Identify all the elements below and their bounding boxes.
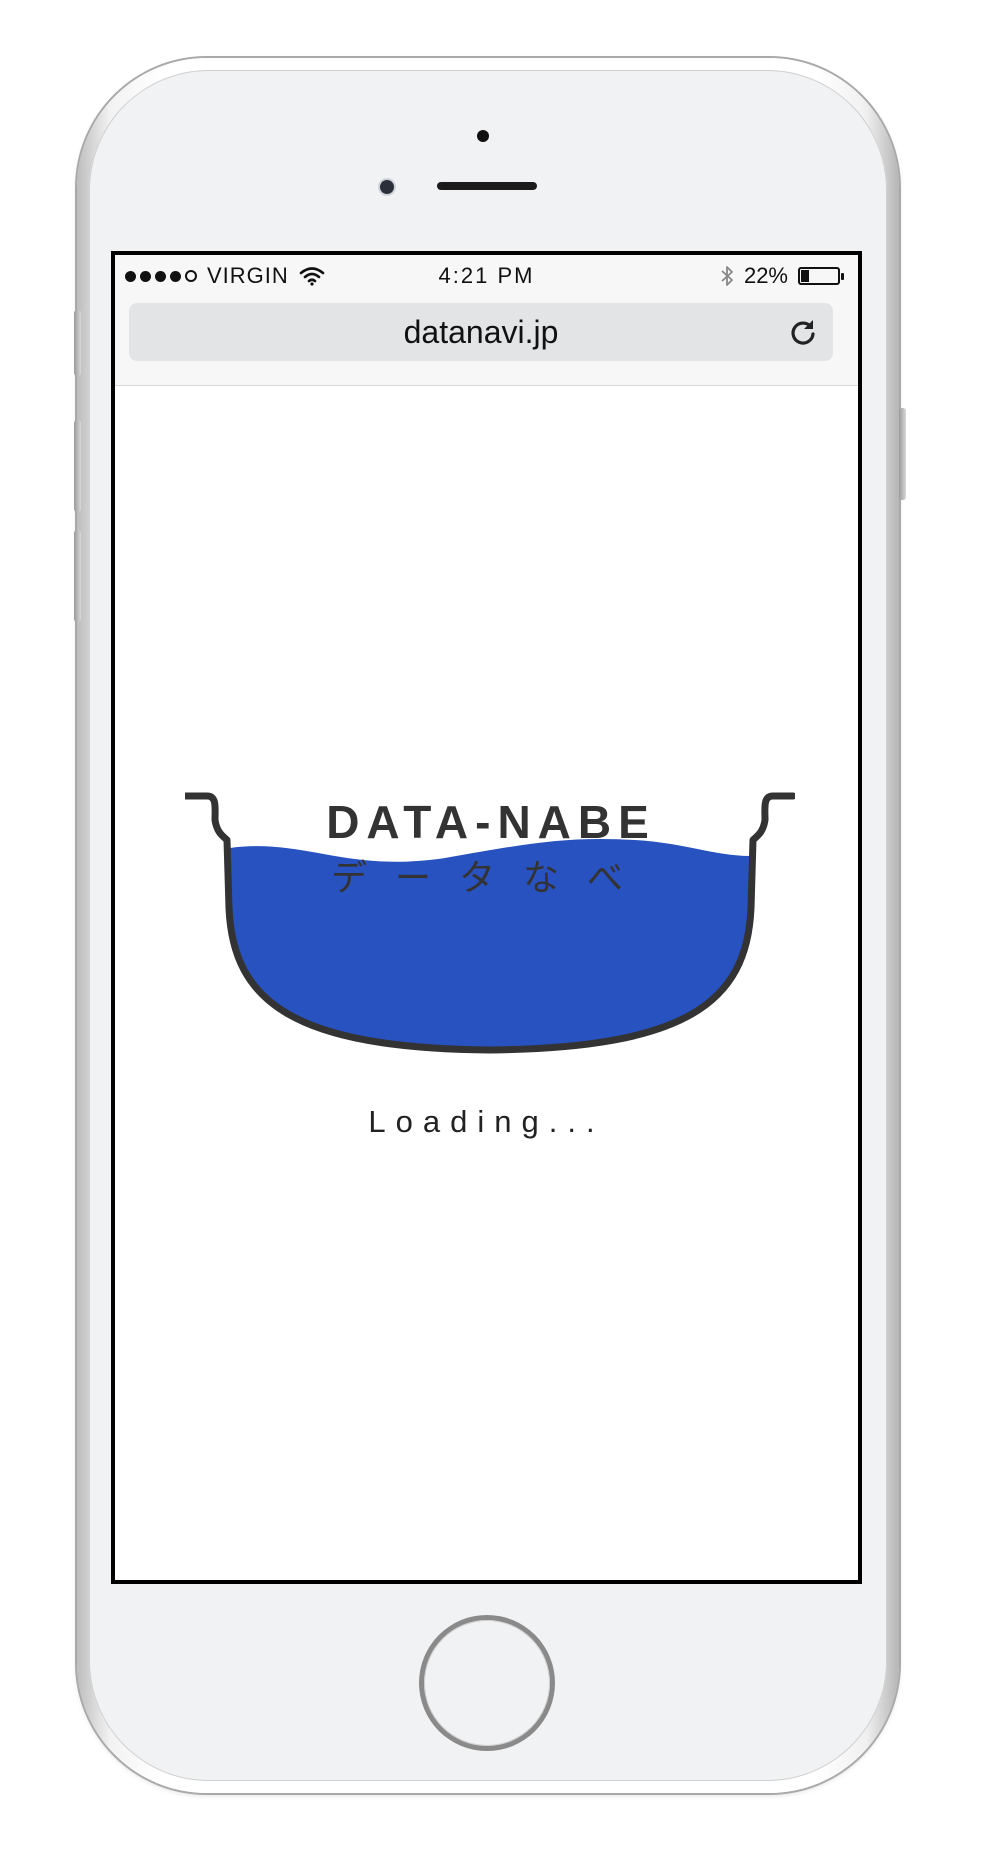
browser-chrome: VIRGIN 4:21 PM 22% datanavi.jp [115, 255, 858, 386]
earpiece-speaker [437, 182, 537, 190]
proximity-sensor [477, 130, 489, 142]
logo-subtitle: データなべ [331, 858, 651, 899]
status-bar: VIRGIN 4:21 PM 22% [115, 255, 858, 295]
battery-level-fill [801, 270, 809, 282]
address-bar[interactable]: datanavi.jp [129, 303, 833, 361]
logo-title: DATA-NABE [326, 796, 656, 848]
battery-icon [798, 267, 844, 285]
volume-up-button [74, 420, 81, 512]
power-button [899, 408, 906, 500]
phone-screen: VIRGIN 4:21 PM 22% datanavi.jp DATA-NABE… [111, 251, 862, 1584]
loading-text: Loading... [368, 1104, 605, 1139]
volume-down-button [74, 530, 81, 622]
url-text: datanavi.jp [403, 313, 559, 350]
front-camera [380, 180, 394, 194]
home-button[interactable] [424, 1620, 550, 1746]
reload-icon[interactable] [787, 316, 819, 348]
data-nabe-logo: DATA-NABE データなべ [185, 792, 795, 1054]
status-right: 22% [720, 263, 844, 289]
battery-percent: 22% [743, 263, 788, 288]
silent-switch [74, 310, 81, 376]
page-content: DATA-NABE データなべ Loading... [115, 386, 858, 1580]
bluetooth-icon [721, 266, 733, 286]
